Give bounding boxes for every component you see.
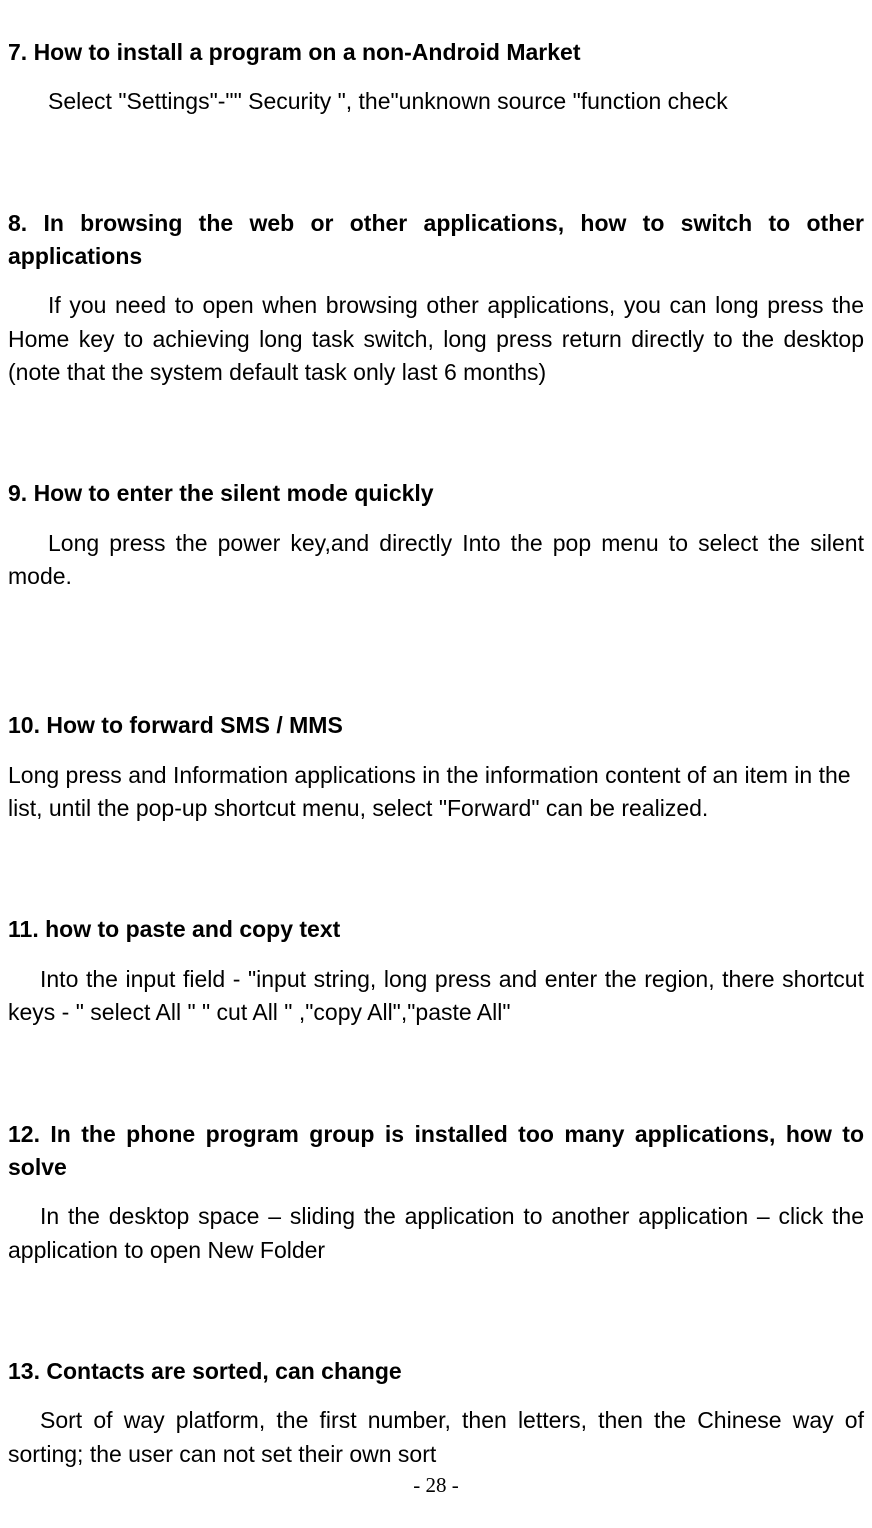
faq-body: In the desktop space – sliding the appli… [8, 1200, 864, 1267]
faq-body: Select "Settings"-"" Security ", the"unk… [8, 85, 864, 118]
faq-heading: 9. How to enter the silent mode quickly [8, 477, 864, 510]
faq-body: Long press and Information applications … [8, 759, 864, 826]
faq-section-12: 12. In the phone program group is instal… [8, 1118, 864, 1267]
faq-heading: 7. How to install a program on a non-And… [8, 36, 864, 69]
faq-section-9: 9. How to enter the silent mode quickly … [8, 477, 864, 593]
page-number: - 28 - [0, 1473, 872, 1498]
faq-section-13: 13. Contacts are sorted, can change Sort… [8, 1355, 864, 1471]
faq-section-11: 11. how to paste and copy text Into the … [8, 913, 864, 1029]
faq-heading: 10. How to forward SMS / MMS [8, 709, 864, 742]
faq-heading: 12. In the phone program group is instal… [8, 1118, 864, 1185]
faq-heading: 13. Contacts are sorted, can change [8, 1355, 864, 1388]
faq-section-10: 10. How to forward SMS / MMS Long press … [8, 709, 864, 825]
faq-section-8: 8. In browsing the web or other applicat… [8, 207, 864, 390]
faq-section-7: 7. How to install a program on a non-And… [8, 36, 864, 119]
faq-body: Sort of way platform, the first number, … [8, 1404, 864, 1471]
faq-body: Into the input field - "input string, lo… [8, 963, 864, 1030]
faq-heading: 8. In browsing the web or other applicat… [8, 207, 864, 274]
faq-body: If you need to open when browsing other … [8, 289, 864, 389]
faq-body: Long press the power key,and directly In… [8, 527, 864, 594]
faq-heading: 11. how to paste and copy text [8, 913, 864, 946]
